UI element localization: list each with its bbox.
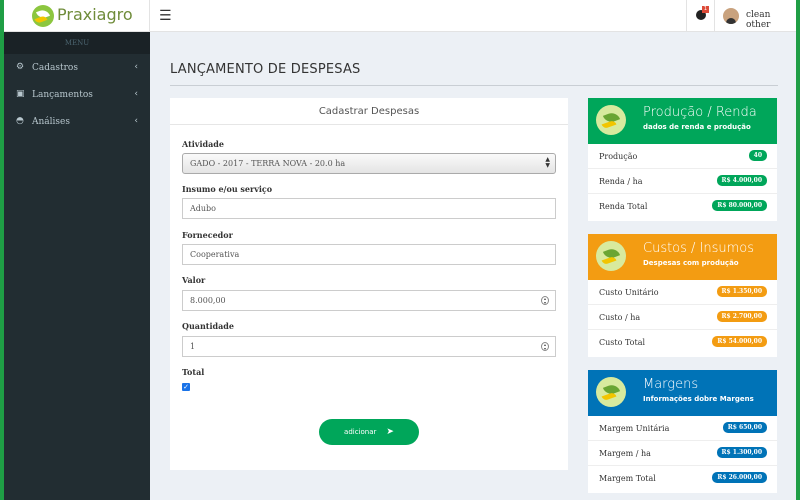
atividade-label: Atividade	[182, 139, 224, 149]
fornecedor-label: Fornecedor	[182, 230, 233, 240]
row-label: Margem / ha	[599, 449, 651, 458]
user-name: clean other	[746, 10, 771, 30]
quantidade-value: 1	[190, 342, 196, 351]
margem-unitaria-row: Margem Unitária R$ 650,00	[588, 416, 777, 441]
sidebar-item-label: Cadastros	[32, 62, 78, 73]
page-title: LANÇAMENTO DE DESPESAS	[170, 62, 361, 77]
add-button-label: adicionar	[344, 428, 377, 436]
insumo-value: Adubo	[190, 204, 216, 213]
sidebar-item-label: Lançamentos	[32, 89, 93, 100]
atividade-selected-value: GADO - 2017 - TERRA NOVA - 20.0 ha	[190, 159, 346, 168]
custo-ha-row: Custo / ha R$ 2.700,00	[588, 305, 777, 330]
app-logo[interactable]: Praxiagro	[4, 0, 150, 32]
custos-card-header: Custos / Insumos Despesas com produção	[588, 234, 777, 280]
row-value-badge: R$ 650,00	[722, 422, 767, 433]
chevron-left-icon: ‹	[134, 62, 138, 72]
row-label: Margem Total	[599, 474, 656, 483]
valor-label: Valor	[182, 275, 206, 285]
row-value-badge: R$ 1.350,00	[716, 286, 767, 297]
card-title: Custos / Insumos	[643, 241, 755, 256]
money-icon: ▣	[16, 89, 25, 99]
sidebar: MENU ⚙ Cadastros ‹ ▣ Lançamentos ‹ ◓ Aná…	[4, 32, 150, 500]
card-subtitle: Informações dobre Margens	[643, 395, 754, 403]
frame-left-edge	[0, 0, 4, 500]
row-label: Margem Unitária	[599, 424, 670, 433]
hamburger-menu-icon[interactable]: ☰	[159, 8, 172, 24]
row-label: Renda / ha	[599, 177, 643, 186]
producao-row: Produção 40	[588, 144, 777, 169]
producao-renda-card: Produção / Renda dados de renda e produç…	[588, 98, 777, 221]
insumo-label: Insumo e/ou serviço	[182, 184, 273, 194]
row-value-badge: R$ 4.000,00	[716, 175, 767, 186]
card-title: Margens	[643, 377, 699, 392]
sidebar-item-label: Análises	[32, 116, 70, 127]
dashboard-icon: ◓	[16, 116, 24, 126]
sidebar-menu-header: MENU	[4, 32, 150, 54]
chevron-left-icon: ‹	[134, 89, 138, 99]
row-value-badge: R$ 2.700,00	[716, 311, 767, 322]
card-title: Produção / Renda	[643, 105, 757, 120]
producao-card-header: Produção / Renda dados de renda e produç…	[588, 98, 777, 144]
select-arrows-icon: ▲ ▼	[545, 156, 550, 169]
title-divider	[170, 85, 778, 86]
sidebar-item-lancamentos[interactable]: ▣ Lançamentos ‹	[4, 81, 150, 108]
custos-insumos-card: Custos / Insumos Despesas com produção C…	[588, 234, 777, 357]
custo-unitario-row: Custo Unitário R$ 1.350,00	[588, 280, 777, 305]
quantidade-input[interactable]: 1 ▴ ▾	[182, 336, 556, 357]
margens-card-header: Margens Informações dobre Margens	[588, 370, 777, 416]
add-button[interactable]: adicionar ➤	[319, 419, 419, 445]
logo-text: Praxiagro	[57, 5, 133, 24]
margens-card: Margens Informações dobre Margens Margem…	[588, 370, 777, 493]
leaf-logo-icon	[596, 241, 626, 271]
notification-count-badge: 1	[702, 6, 709, 13]
chevron-left-icon: ‹	[134, 116, 138, 126]
row-label: Custo / ha	[599, 313, 641, 322]
atividade-select[interactable]: GADO - 2017 - TERRA NOVA - 20.0 ha ▲ ▼	[182, 153, 556, 174]
renda-ha-row: Renda / ha R$ 4.000,00	[588, 169, 777, 194]
valor-input[interactable]: 8.000,00 ▴ ▾	[182, 290, 556, 311]
row-label: Custo Unitário	[599, 288, 659, 297]
expense-form-card: Cadastrar Despesas Atividade GADO - 2017…	[170, 98, 568, 470]
row-label: Renda Total	[599, 202, 648, 211]
leaf-logo-icon	[596, 377, 626, 407]
card-subtitle: dados de renda e produção	[643, 123, 751, 131]
leaf-logo-icon	[32, 5, 54, 27]
insumo-input[interactable]: Adubo	[182, 198, 556, 219]
sidebar-item-cadastros[interactable]: ⚙ Cadastros ‹	[4, 54, 150, 81]
fornecedor-value: Cooperativa	[190, 250, 240, 259]
row-value-badge: R$ 1.300,00	[716, 447, 767, 458]
fornecedor-input[interactable]: Cooperativa	[182, 244, 556, 265]
gear-icon: ⚙	[16, 62, 25, 72]
paper-plane-icon: ➤	[386, 427, 394, 437]
row-value-badge: R$ 54.000,00	[712, 336, 767, 347]
row-value-badge: 40	[748, 150, 767, 161]
top-navbar: Praxiagro ☰ 1 clean other	[0, 0, 800, 32]
leaf-logo-icon	[596, 105, 626, 135]
user-menu[interactable]: clean other	[714, 0, 796, 32]
row-label: Custo Total	[599, 338, 646, 347]
avatar	[723, 8, 739, 24]
margem-total-row: Margem Total R$ 26.000,00	[588, 466, 777, 491]
notifications-button[interactable]: 1	[686, 0, 714, 32]
row-value-badge: R$ 26.000,00	[712, 472, 767, 483]
spinner-icon[interactable]: ▴ ▾	[541, 296, 549, 305]
margem-ha-row: Margem / ha R$ 1.300,00	[588, 441, 777, 466]
total-checkbox[interactable]: ✓	[182, 383, 190, 391]
spinner-icon[interactable]: ▴ ▾	[541, 342, 549, 351]
frame-right-edge	[796, 0, 800, 500]
form-card-header: Cadastrar Despesas	[170, 98, 568, 125]
row-label: Produção	[599, 152, 638, 161]
renda-total-row: Renda Total R$ 80.000,00	[588, 194, 777, 219]
valor-value: 8.000,00	[190, 296, 226, 305]
custo-total-row: Custo Total R$ 54.000,00	[588, 330, 777, 355]
quantidade-label: Quantidade	[182, 321, 234, 331]
card-subtitle: Despesas com produção	[643, 259, 739, 267]
sidebar-item-analises[interactable]: ◓ Análises ‹	[4, 108, 150, 135]
total-label: Total	[182, 367, 205, 377]
row-value-badge: R$ 80.000,00	[712, 200, 767, 211]
